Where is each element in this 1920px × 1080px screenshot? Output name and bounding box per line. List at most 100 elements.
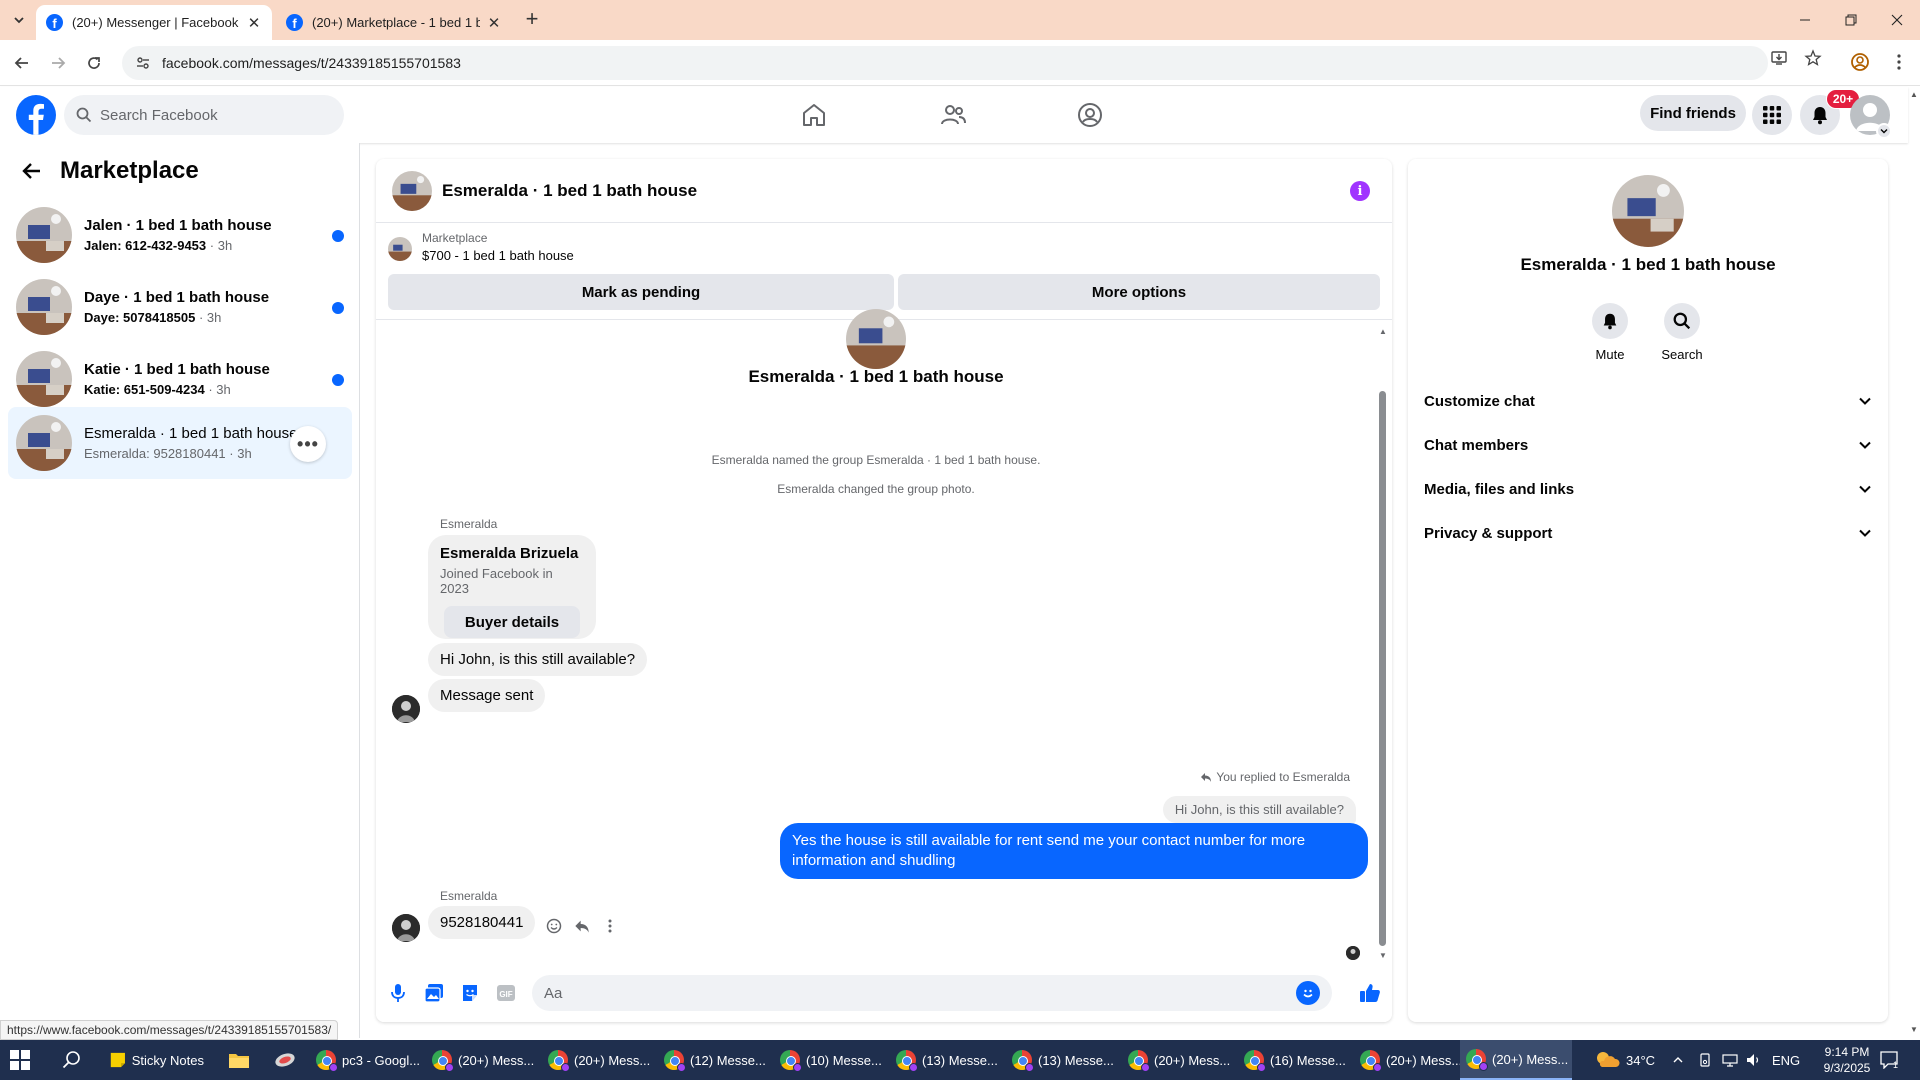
conversation-more-options-button[interactable]: •••: [290, 426, 326, 462]
language-indicator[interactable]: ENG: [1772, 1040, 1800, 1080]
chat-group-avatar[interactable]: [392, 170, 432, 211]
photo-attach-icon[interactable]: [422, 981, 446, 1005]
facebook-logo-icon[interactable]: [16, 95, 56, 135]
taskbar-chrome-window[interactable]: (16) Messe...: [1238, 1040, 1348, 1080]
react-emoji-icon[interactable]: [542, 914, 566, 938]
home-nav-icon[interactable]: [798, 99, 830, 131]
network-icon[interactable]: [1722, 1040, 1738, 1080]
conversation-item[interactable]: Jalen · 1 bed 1 bath house Jalen: 612-43…: [8, 199, 352, 271]
privacy-support-section[interactable]: Privacy & support: [1424, 511, 1872, 555]
mark-as-pending-button[interactable]: Mark as pending: [388, 274, 894, 310]
new-tab-button[interactable]: +: [520, 8, 544, 32]
thread-scroll-up-arrow[interactable]: ▲: [1378, 327, 1388, 336]
close-tab-icon[interactable]: ✕: [246, 15, 262, 32]
close-tab-icon[interactable]: ✕: [486, 15, 502, 32]
tab-marketplace[interactable]: f (20+) Marketplace - 1 bed 1 ba ✕: [276, 5, 512, 40]
site-info-icon[interactable]: [134, 54, 152, 72]
emoji-icon[interactable]: [1296, 981, 1320, 1005]
taskbar-file-explorer[interactable]: [222, 1040, 258, 1080]
windows-start-icon[interactable]: [10, 1050, 30, 1070]
marketplace-conversation-list: Marketplace Jalen · 1 bed 1 bath house J…: [0, 143, 360, 1038]
mute-button[interactable]: Mute: [1580, 303, 1640, 362]
browser-tab-bar: f (20+) Messenger | Facebook ✕ f (20+) M…: [0, 0, 1920, 40]
facebook-search-box[interactable]: Search Facebook: [64, 95, 344, 135]
tray-device-icon[interactable]: [1698, 1040, 1712, 1080]
address-bar[interactable]: facebook.com/messages/t/2433918515570158…: [122, 46, 1768, 80]
taskbar-search-icon[interactable]: [62, 1050, 82, 1070]
incoming-message[interactable]: 9528180441: [428, 906, 536, 939]
section-label: Privacy & support: [1424, 524, 1553, 542]
customize-chat-section[interactable]: Customize chat: [1424, 379, 1872, 423]
taskbar-chrome-window[interactable]: (20+) Mess...: [426, 1040, 536, 1080]
profile-nav-icon[interactable]: [1074, 99, 1106, 131]
sticky-notes-icon: [110, 1052, 125, 1068]
page-scroll-down-arrow[interactable]: ▼: [1910, 1025, 1918, 1034]
conversation-item[interactable]: Daye · 1 bed 1 bath house Daye: 50784185…: [8, 271, 352, 343]
sticker-icon[interactable]: [458, 981, 482, 1005]
conversation-info-icon[interactable]: i: [1350, 181, 1370, 201]
conversation-name: Jalen · 1 bed 1 bath house: [84, 217, 272, 234]
taskbar-sticky-notes[interactable]: Sticky Notes: [104, 1040, 210, 1080]
incoming-message[interactable]: Message sent: [428, 679, 546, 712]
taskbar-chrome-window[interactable]: (13) Messe...: [1006, 1040, 1116, 1080]
buyer-details-button[interactable]: Buyer details: [444, 606, 580, 638]
marketplace-listing-summary[interactable]: Marketplace $700 - 1 bed 1 bath house: [388, 231, 574, 263]
back-arrow-icon[interactable]: [18, 157, 46, 185]
reply-icon[interactable]: [570, 914, 594, 938]
taskbar-chrome-window[interactable]: pc3 - Googl...: [310, 1040, 420, 1080]
gif-icon[interactable]: GIF: [494, 981, 518, 1005]
minimize-button[interactable]: [1790, 8, 1820, 32]
back-button[interactable]: [10, 51, 34, 75]
bookmark-star-icon[interactable]: [1804, 49, 1822, 67]
more-vertical-icon[interactable]: [598, 914, 622, 938]
browser-menu-icon[interactable]: [1890, 50, 1908, 74]
message-input[interactable]: Aa: [532, 975, 1332, 1011]
thread-scrollbar[interactable]: [1379, 391, 1386, 946]
more-options-button[interactable]: More options: [898, 274, 1380, 310]
tab-messenger[interactable]: f (20+) Messenger | Facebook ✕: [36, 5, 272, 40]
taskbar-chrome-window[interactable]: (12) Messe...: [658, 1040, 768, 1080]
microphone-icon[interactable]: [386, 981, 410, 1005]
page-scroll-up-arrow[interactable]: ▲: [1910, 90, 1918, 99]
reload-button[interactable]: [82, 51, 106, 75]
taskbar-chrome-window[interactable]: (20+) Mess...: [1122, 1040, 1232, 1080]
tab-search-button[interactable]: [8, 9, 30, 31]
notification-center-icon[interactable]: 1: [1880, 1040, 1900, 1080]
menu-grid-button[interactable]: [1752, 95, 1792, 135]
conversation-item[interactable]: Katie · 1 bed 1 bath house Katie: 651-50…: [8, 343, 352, 415]
volume-icon[interactable]: [1746, 1040, 1762, 1080]
media-files-links-section[interactable]: Media, files and links: [1424, 467, 1872, 511]
chevron-down-icon: [14, 17, 24, 24]
outgoing-message[interactable]: Yes the house is still available for ren…: [780, 823, 1368, 879]
tray-chevron-up-icon[interactable]: [1672, 1040, 1684, 1080]
quoted-message[interactable]: Hi John, is this still available?: [1162, 796, 1356, 823]
taskbar-chrome-window[interactable]: (20+) Mess...: [1354, 1040, 1464, 1080]
browser-profile-icon[interactable]: [1848, 50, 1872, 74]
chat-title[interactable]: Esmeralda · 1 bed 1 bath house: [442, 181, 697, 201]
close-window-button[interactable]: [1882, 8, 1912, 32]
thumbs-up-icon[interactable]: [1358, 981, 1382, 1005]
taskbar-chrome-window[interactable]: (10) Messe...: [774, 1040, 884, 1080]
weather-widget[interactable]: 34°C: [1594, 1040, 1655, 1080]
taskbar-chrome-window-active[interactable]: (20+) Mess...: [1460, 1040, 1572, 1080]
search-conversation-button[interactable]: Search: [1652, 303, 1712, 362]
restore-button[interactable]: [1836, 8, 1866, 32]
group-photo-large[interactable]: [1612, 175, 1684, 247]
conversation-name: Katie · 1 bed 1 bath house: [84, 361, 270, 378]
taskbar-app[interactable]: [268, 1040, 304, 1080]
clock[interactable]: 9:14 PM 9/3/2025: [1812, 1040, 1882, 1080]
find-friends-button[interactable]: Find friends: [1640, 95, 1746, 131]
friends-nav-icon[interactable]: [937, 99, 969, 131]
house-photo-icon: [16, 207, 72, 263]
taskbar-chrome-window[interactable]: (20+) Mess...: [542, 1040, 652, 1080]
browser-toolbar: facebook.com/messages/t/2433918515570158…: [0, 40, 1920, 86]
conversation-item-active[interactable]: Esmeralda · 1 bed 1 bath house Esmeralda…: [8, 407, 352, 479]
chat-members-section[interactable]: Chat members: [1424, 423, 1872, 467]
thread-scroll-down-arrow[interactable]: ▼: [1378, 951, 1388, 960]
forward-button[interactable]: [46, 51, 70, 75]
account-menu-caret-icon[interactable]: [1876, 123, 1892, 139]
incoming-message[interactable]: Hi John, is this still available?: [428, 643, 648, 676]
facebook-header: Search Facebook Find friends 20+: [0, 87, 1908, 143]
taskbar-chrome-window[interactable]: (13) Messe...: [890, 1040, 1000, 1080]
install-app-icon[interactable]: [1770, 49, 1788, 67]
